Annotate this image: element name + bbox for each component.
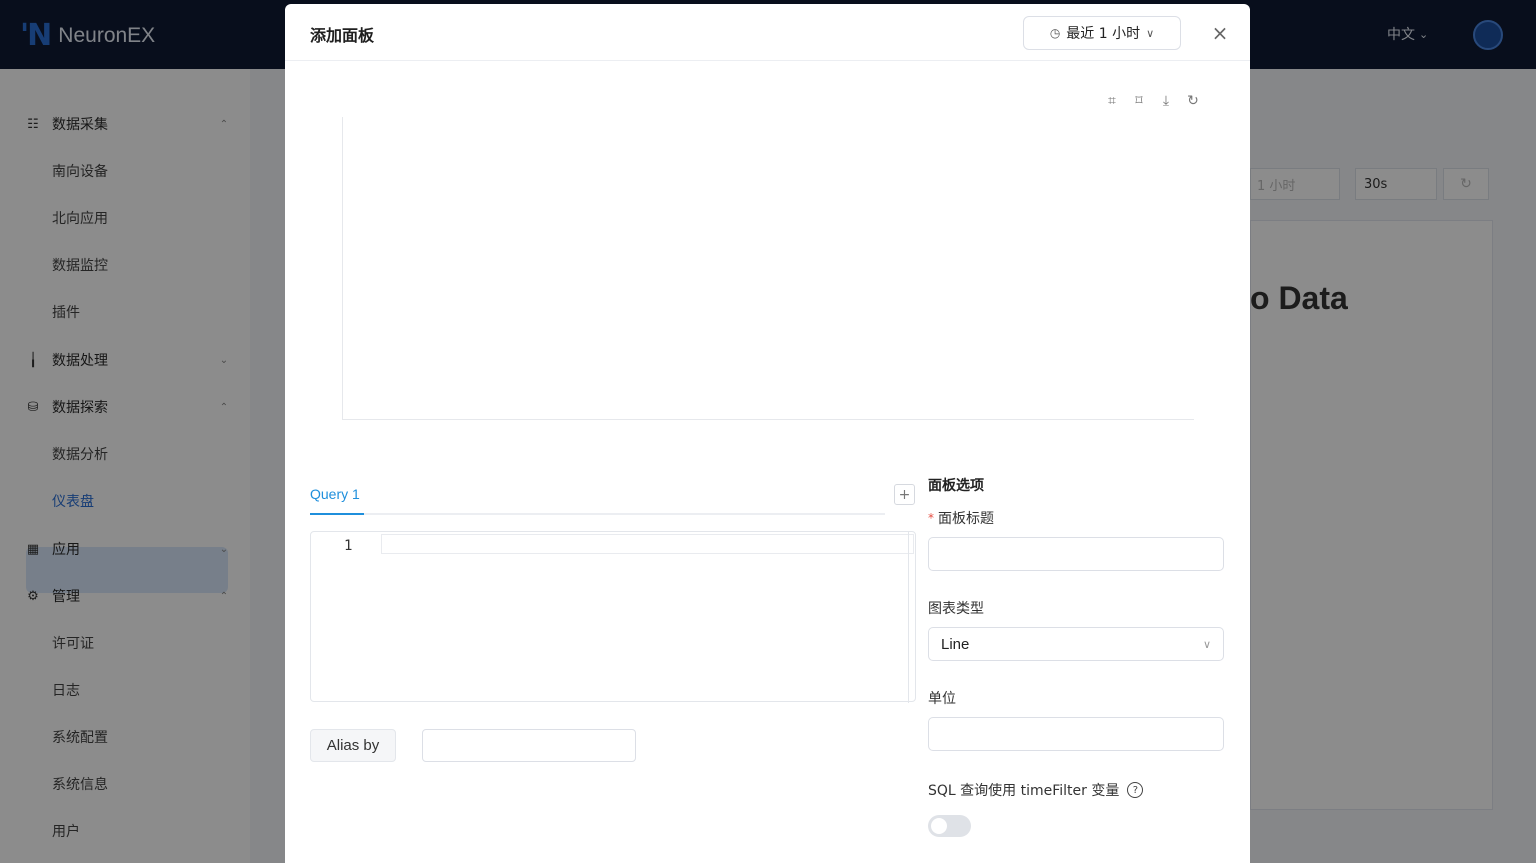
chart-preview bbox=[342, 117, 1195, 422]
close-button[interactable]: × bbox=[1210, 21, 1230, 45]
chevron-down-icon: ∨ bbox=[1146, 26, 1155, 40]
time-range-picker[interactable]: ◷ 最近 1 小时 ∨ bbox=[1023, 16, 1181, 50]
panel-options-heading: 面板选项 bbox=[928, 478, 984, 494]
tab-bar-divider bbox=[310, 513, 885, 515]
download-icon[interactable]: ⤓ bbox=[1157, 92, 1175, 110]
zoom-icon[interactable]: ⌗ bbox=[1103, 92, 1121, 110]
timefilter-label-text: SQL 查询使用 timeFilter 变量 bbox=[928, 783, 1120, 799]
clock-icon: ◷ bbox=[1049, 26, 1061, 40]
refresh-icon[interactable]: ↻ bbox=[1184, 92, 1202, 110]
panel-title-label-text: 面板标题 bbox=[938, 511, 994, 527]
timefilter-toggle[interactable] bbox=[928, 815, 971, 837]
tab-query-1[interactable]: Query 1 bbox=[310, 486, 360, 502]
panel-title-input[interactable] bbox=[928, 537, 1224, 571]
add-panel-modal: 添加面板 ◷ 最近 1 小时 ∨ × ⌗ ⌑ ⤓ ↻ Query 1 + 1 A… bbox=[285, 4, 1250, 863]
toggle-knob bbox=[931, 818, 947, 834]
required-marker: * bbox=[928, 511, 934, 525]
chart-x-axis bbox=[342, 419, 1194, 420]
tab-active-indicator bbox=[310, 513, 364, 515]
help-icon[interactable]: ? bbox=[1127, 782, 1144, 798]
chart-y-axis bbox=[342, 117, 343, 419]
chart-toolbox: ⌗ ⌑ ⤓ ↻ bbox=[1103, 92, 1202, 110]
editor-line-number: 1 bbox=[344, 538, 353, 554]
chart-type-label: 图表类型 bbox=[928, 601, 984, 617]
unit-input[interactable] bbox=[928, 717, 1224, 751]
editor-scrollbar[interactable] bbox=[908, 532, 909, 703]
editor-current-line[interactable] bbox=[381, 534, 914, 554]
timefilter-label: SQL 查询使用 timeFilter 变量 ? bbox=[928, 780, 1144, 800]
zoom-reset-icon[interactable]: ⌑ bbox=[1130, 92, 1148, 110]
sql-editor[interactable]: 1 bbox=[310, 531, 916, 703]
chevron-down-icon: ∨ bbox=[1202, 638, 1211, 651]
unit-label: 单位 bbox=[928, 691, 956, 707]
chart-type-select[interactable]: Line ∨ bbox=[928, 627, 1224, 661]
chart-type-value: Line bbox=[941, 635, 970, 653]
alias-by-input[interactable] bbox=[422, 729, 636, 762]
panel-title-label: * 面板标题 bbox=[928, 508, 994, 528]
modal-title: 添加面板 bbox=[310, 26, 375, 45]
modal-header: 添加面板 ◷ 最近 1 小时 ∨ × bbox=[285, 4, 1250, 61]
add-query-button[interactable]: + bbox=[894, 484, 915, 505]
time-range-label: 最近 1 小时 bbox=[1066, 26, 1141, 42]
alias-by-label: Alias by bbox=[310, 729, 396, 762]
